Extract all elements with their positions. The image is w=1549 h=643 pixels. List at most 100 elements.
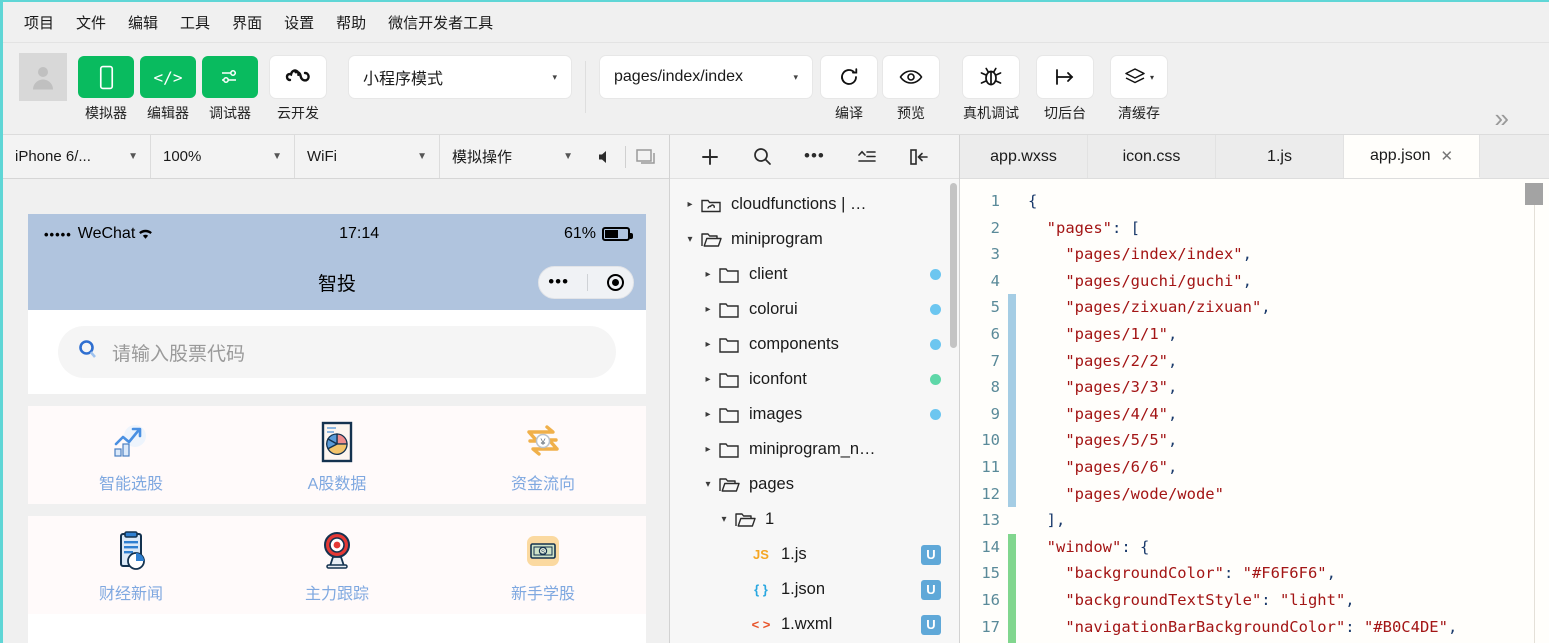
grid-item-beginner-learn[interactable]: S 新手学股 [440,530,646,604]
chevron-right-icon[interactable]: ▸ [700,374,716,385]
user-avatar-icon[interactable] [19,53,67,101]
file-tree-scrollbar[interactable] [950,183,957,348]
tab-app-wxss[interactable]: app.wxss [960,135,1088,178]
chevron-down-icon[interactable]: ▾ [716,514,732,525]
menu-item-help[interactable]: 帮助 [325,9,377,36]
code-line: "backgroundTextStyle": "light", [1065,590,1355,609]
grid-item-finance-news[interactable]: 财经新闻 [28,530,234,604]
code-line: "pages/wode/wode" [1065,484,1224,503]
grid-item-smart-stock-pick[interactable]: 智能选股 [28,420,234,494]
carrier-label: WeChat [77,225,136,242]
layers-icon: ▾ [1111,56,1167,98]
background-switch-icon [1037,56,1093,98]
preview-button[interactable]: 预览 [880,43,942,123]
search-files-icon[interactable] [745,142,779,172]
cloud-dev-button[interactable]: 云开发 [261,43,335,123]
change-marker [1008,533,1016,561]
grid-item-a-share-data[interactable]: A股数据 [234,420,440,494]
simulator-panel: iPhone 6/... ▼ 100% ▼ WiFi ▼ 模拟操作 ▼ ••••… [3,135,670,643]
change-marker [1008,188,1016,215]
code-area[interactable]: 123456789101112131415161718 { "pages": [… [960,179,1549,643]
tree-item-images[interactable]: ▸ images [670,397,959,432]
real-device-debug-button[interactable]: 真机调试 [954,43,1028,123]
chevron-down-icon: ▾ [793,71,798,82]
more-icon[interactable]: ••• [548,273,569,290]
tree-item-miniprogram-npm[interactable]: ▸ miniprogram_n… [670,432,959,467]
search-input[interactable]: 请输入股票代码 [58,326,616,378]
chevron-right-icon[interactable]: ▸ [700,444,716,455]
chevron-right-icon[interactable]: ▸ [700,304,716,315]
device-select[interactable]: iPhone 6/... ▼ [3,135,151,178]
tree-item-1-wxml[interactable]: < > 1.wxml U [670,607,959,642]
tree-item-1-json[interactable]: { } 1.json U [670,572,959,607]
toolbar-expand-button[interactable]: » [1495,105,1509,131]
tree-item-client[interactable]: ▸ client [670,257,959,292]
line-number: 5 [990,298,1000,317]
tree-item-page-1[interactable]: ▾ 1 [670,502,959,537]
chevron-right-icon[interactable]: ▸ [682,199,698,210]
volume-icon[interactable] [585,148,625,166]
compile-label: 编译 [835,105,863,121]
real-device-debug-label: 真机调试 [963,105,1019,121]
code-text[interactable]: { "pages": [ "pages/index/index", "pages… [1016,179,1549,643]
menu-item-file[interactable]: 文件 [65,9,117,36]
file-tree[interactable]: ▸ cloudfunctions | … ▾ miniprogram ▸ cli… [670,179,959,643]
chevron-down-icon: ▾ [552,71,557,82]
tree-item-iconfont[interactable]: ▸ iconfont [670,362,959,397]
tab-1-js[interactable]: 1.js [1216,135,1344,178]
status-badge: U [921,544,941,565]
editor-scroll-rail [1534,205,1535,643]
line-number: 6 [990,324,1000,343]
window-mode-icon[interactable] [626,148,666,166]
code-line: "pages/2/2", [1065,351,1178,370]
network-select[interactable]: WiFi ▼ [295,135,440,178]
grid-item-capital-flow[interactable]: ¥ 资金流向 [440,420,646,494]
menu-item-project[interactable]: 项目 [13,9,65,36]
menu-item-devtools[interactable]: 微信开发者工具 [377,9,504,36]
status-dot [930,269,941,280]
editor-scrollbar[interactable] [1525,183,1543,205]
menu-item-tools[interactable]: 工具 [169,9,221,36]
collapse-list-icon[interactable] [850,142,884,172]
grid-item-main-force-track[interactable]: 主力跟踪 [234,530,440,604]
tab-icon-css[interactable]: icon.css [1088,135,1216,178]
chevron-down-icon[interactable]: ▾ [700,479,716,490]
background-switch-button[interactable]: 切后台 [1028,43,1102,123]
zoom-select[interactable]: 100% ▼ [151,135,295,178]
menu-item-edit[interactable]: 编辑 [117,9,169,36]
editor-toggle-button[interactable]: </> 编辑器 [137,43,199,123]
tree-item-colorui[interactable]: ▸ colorui [670,292,959,327]
tree-item-cloudfunctions[interactable]: ▸ cloudfunctions | … [670,187,959,222]
more-options-icon[interactable]: ••• [797,142,831,172]
network-select-value: WiFi [307,148,337,165]
menu-item-interface[interactable]: 界面 [221,9,273,36]
chevron-right-icon[interactable]: ▸ [700,269,716,280]
debugger-toggle-button[interactable]: 调试器 [199,43,261,123]
close-icon[interactable]: ✕ [1441,147,1454,165]
code-line: "pages/5/5", [1065,431,1178,450]
tree-item-miniprogram[interactable]: ▾ miniprogram [670,222,959,257]
tree-item-components[interactable]: ▸ components [670,327,959,362]
chevron-right-icon[interactable]: ▸ [700,339,716,350]
tree-item-1-js[interactable]: JS 1.js U [670,537,959,572]
simulator-toggle-button[interactable]: 模拟器 [75,43,137,123]
page-select[interactable]: pages/index/index ▾ [600,56,812,98]
chevron-right-icon[interactable]: ▸ [700,409,716,420]
target-icon[interactable] [606,274,624,291]
code-line: "pages/zixuan/zixuan", [1065,298,1271,317]
code-line: ], [1046,511,1066,530]
wechat-capsule[interactable]: ••• [538,266,634,299]
collapse-panel-icon[interactable] [902,142,936,172]
clear-cache-button[interactable]: ▾ 清缓存 [1102,43,1176,123]
compile-button[interactable]: 编译 [818,43,880,123]
simulate-action-select[interactable]: 模拟操作 ▼ [440,135,585,178]
chevron-down-icon: ▾ [1149,72,1154,82]
menu-item-settings[interactable]: 设置 [273,9,325,36]
tab-app-json[interactable]: app.json ✕ [1344,135,1481,178]
line-number-gutter: 123456789101112131415161718 [960,179,1008,643]
mode-select[interactable]: 小程序模式 ▾ [349,56,571,98]
tree-item-pages[interactable]: ▾ pages [670,467,959,502]
wifi-icon [137,225,154,243]
add-file-icon[interactable] [693,142,727,172]
chevron-down-icon[interactable]: ▾ [682,234,698,245]
